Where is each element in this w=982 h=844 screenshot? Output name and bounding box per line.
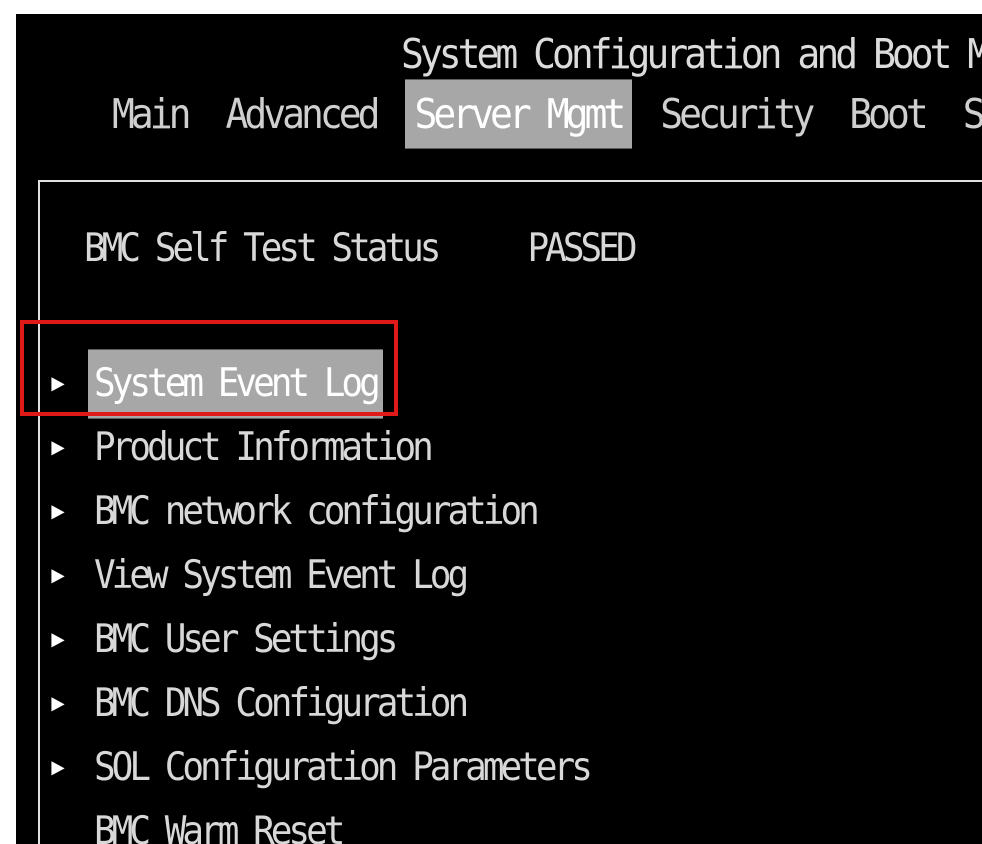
selection-highlight-box <box>20 320 398 416</box>
settings-panel: BMC Self Test Status PASSED ▶ System Eve… <box>38 180 982 844</box>
submenu-arrow-icon: ▶ <box>51 561 65 589</box>
submenu-arrow-icon: ▶ <box>51 625 65 653</box>
tab-advanced[interactable]: Advanced <box>216 79 387 148</box>
page-title: System Configuration and Boot Ma <box>401 30 982 78</box>
tab-boot[interactable]: Boot <box>839 79 935 148</box>
submenu-arrow-icon: ▶ <box>51 433 65 461</box>
submenu-arrow-icon: ▶ <box>51 497 65 525</box>
bmc-self-test-label: BMC Self Test Status <box>84 226 441 272</box>
submenu-arrow-icon: ▶ <box>51 753 65 781</box>
bmc-status-row: BMC Self Test Status PASSED <box>84 226 638 272</box>
menu-item-label: BMC User Settings <box>94 617 398 662</box>
bios-setup-screen: System Configuration and Boot Ma Main Ad… <box>16 14 982 844</box>
menu-item-label: View System Event Log <box>94 553 469 598</box>
menu-item-bmc-dns-configuration[interactable]: ▶ BMC DNS Configuration <box>48 669 808 738</box>
tab-save-exit[interactable]: Sa <box>953 79 982 148</box>
tab-main[interactable]: Main <box>102 79 198 148</box>
tab-server-mgmt[interactable]: Server Mgmt <box>404 79 633 149</box>
menu-item-label: BMC Warm Reset <box>94 809 345 844</box>
menu-item-bmc-warm-reset[interactable]: ▶ BMC Warm Reset <box>48 797 808 844</box>
submenu-arrow-icon: ▶ <box>51 689 65 717</box>
menu-item-product-information[interactable]: ▶ Product Information <box>48 413 808 482</box>
tab-security[interactable]: Security <box>650 79 821 148</box>
server-mgmt-menu: ▶ System Event Log ▶ Product Information… <box>48 349 808 844</box>
menu-item-view-system-event-log[interactable]: ▶ View System Event Log <box>48 541 808 610</box>
menu-item-label: BMC network configuration <box>94 489 540 534</box>
menu-item-sol-configuration-parameters[interactable]: ▶ SOL Configuration Parameters <box>48 733 808 802</box>
menu-item-bmc-network-configuration[interactable]: ▶ BMC network configuration <box>48 477 808 546</box>
tab-bar: Main Advanced Server Mgmt Security Boot … <box>102 79 982 149</box>
menu-item-label: Product Information <box>94 425 434 470</box>
bmc-self-test-value: PASSED <box>527 226 637 272</box>
menu-item-label: BMC DNS Configuration <box>94 681 469 726</box>
menu-item-label: SOL Configuration Parameters <box>94 745 593 790</box>
menu-item-bmc-user-settings[interactable]: ▶ BMC User Settings <box>48 605 808 674</box>
